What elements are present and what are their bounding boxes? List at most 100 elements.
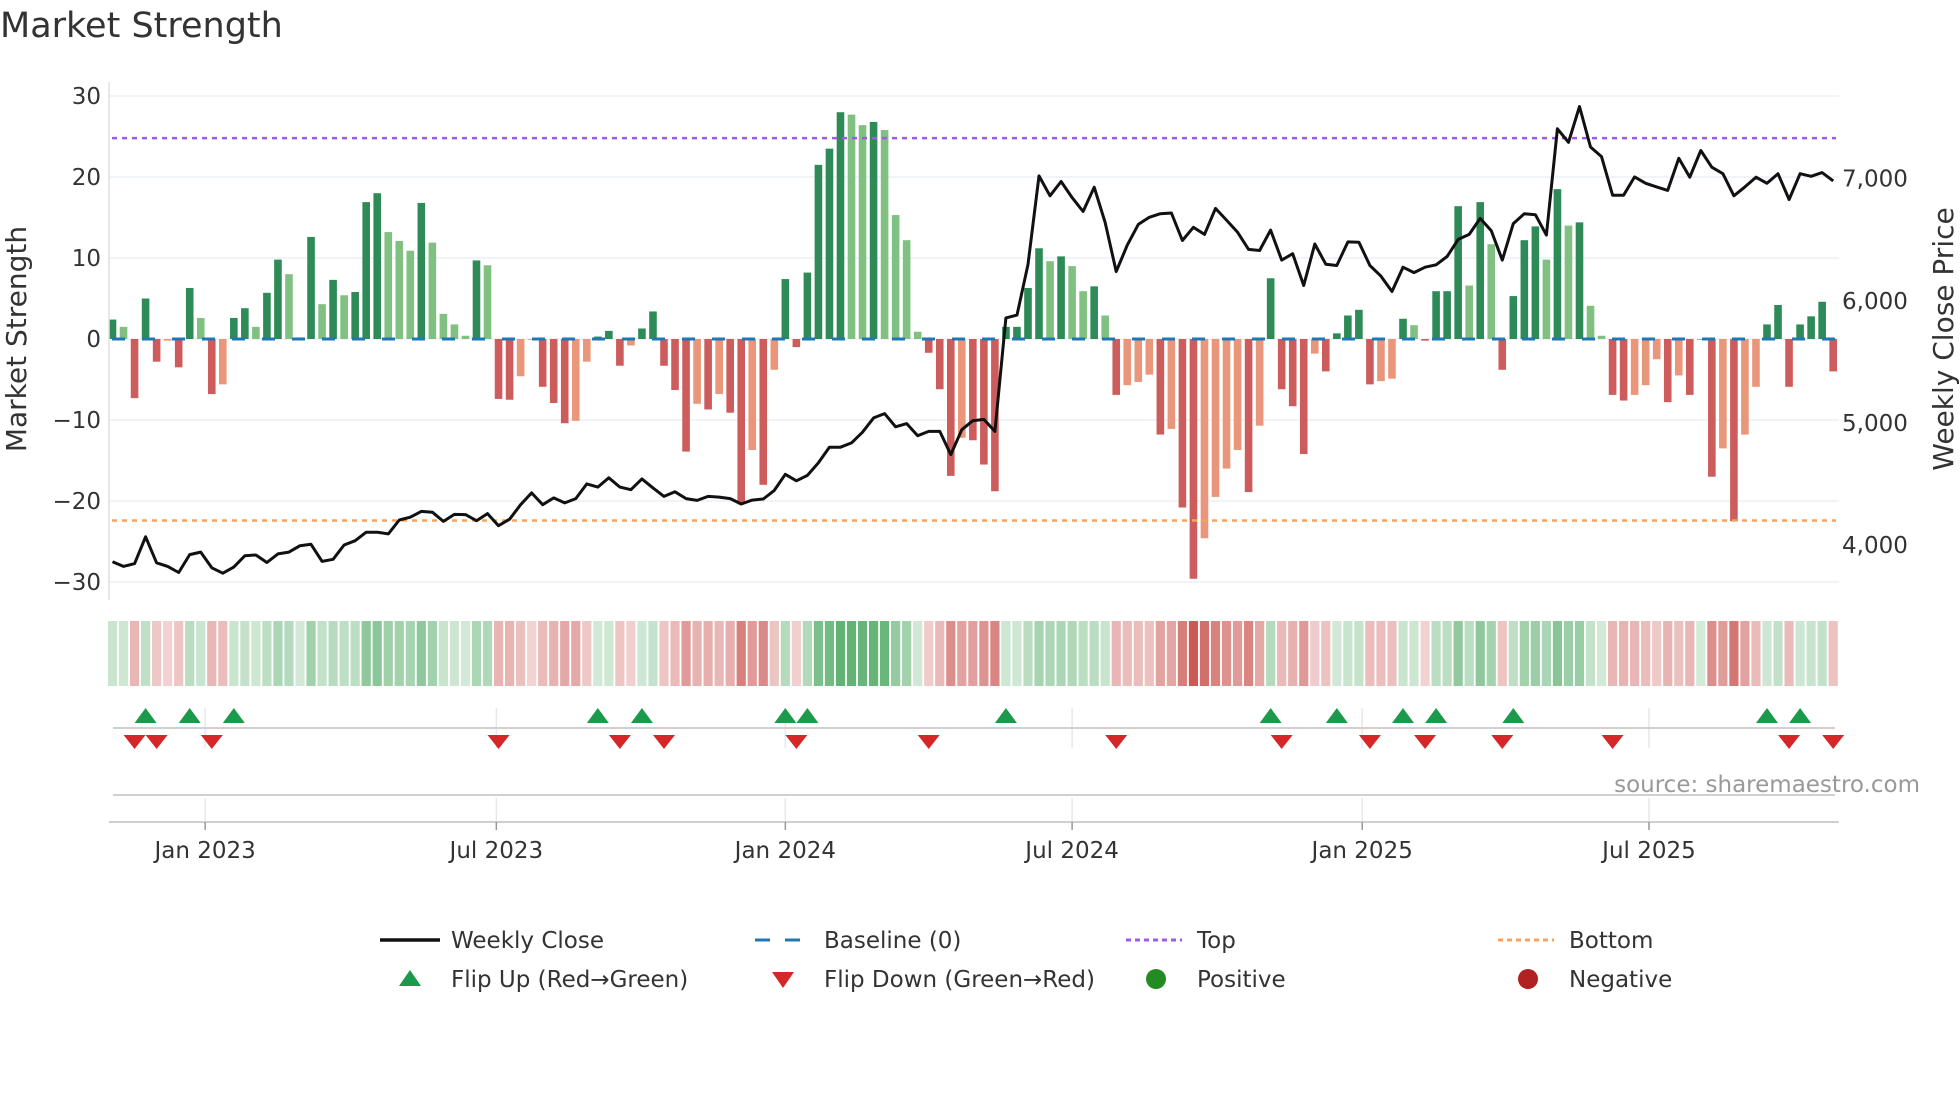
heat-cell bbox=[1828, 621, 1838, 686]
heat-cell bbox=[780, 621, 790, 686]
heat-cell bbox=[306, 621, 316, 686]
strength-bar bbox=[1763, 324, 1771, 339]
legend: Weekly Close Baseline (0) Top Bottom Flip Up… bbox=[380, 928, 1672, 993]
strength-bar bbox=[1553, 189, 1562, 339]
heat-cell bbox=[670, 621, 680, 686]
heat-cell bbox=[824, 621, 835, 686]
flip-up-marker bbox=[1789, 708, 1812, 723]
strength-bar bbox=[1178, 339, 1187, 508]
strength-bar bbox=[362, 202, 370, 339]
strength-bar bbox=[1619, 339, 1628, 401]
heat-cell bbox=[1188, 621, 1199, 686]
heat-cell bbox=[1034, 621, 1044, 686]
strength-bar bbox=[748, 339, 757, 450]
strength-bar bbox=[693, 339, 701, 404]
strength-bar bbox=[726, 339, 734, 413]
strength-bar bbox=[1454, 206, 1462, 339]
legend-label: Positive bbox=[1197, 967, 1286, 993]
strength-bar bbox=[1366, 339, 1374, 385]
heat-cell bbox=[1144, 621, 1154, 686]
heat-cell bbox=[229, 621, 239, 686]
flip-down-marker bbox=[785, 735, 808, 749]
strength-bar bbox=[1542, 259, 1551, 339]
heat-cell bbox=[1045, 621, 1055, 686]
heat-cell bbox=[846, 621, 857, 686]
strength-bar bbox=[395, 240, 404, 339]
heat-cell bbox=[493, 621, 504, 686]
legend-item: Flip Up (Red→Green) bbox=[399, 967, 688, 993]
strength-bar bbox=[847, 114, 856, 339]
heat-cell bbox=[924, 621, 934, 686]
strength-bar bbox=[1112, 339, 1121, 395]
strength-bar bbox=[660, 339, 668, 366]
heat-cell bbox=[1630, 621, 1640, 686]
flip-up-marker bbox=[994, 708, 1017, 723]
heat-cell bbox=[361, 621, 371, 686]
heat-cell bbox=[935, 621, 945, 686]
strength-bar bbox=[351, 292, 359, 339]
heat-cell bbox=[262, 621, 272, 686]
flip-up-marker bbox=[1392, 708, 1415, 723]
flip-up-marker bbox=[796, 708, 819, 723]
strength-bar bbox=[1774, 304, 1782, 339]
strength-bar bbox=[891, 215, 900, 339]
x-tick-label: Jul 2025 bbox=[1600, 838, 1696, 864]
heat-cell bbox=[637, 621, 647, 686]
flip-down-marker bbox=[917, 735, 940, 749]
strength-bar bbox=[781, 279, 790, 339]
strength-bar bbox=[737, 339, 746, 504]
heat-cell bbox=[1552, 621, 1563, 686]
legend-item: Flip Down (Green→Red) bbox=[772, 967, 1095, 993]
heat-cell bbox=[1266, 621, 1276, 686]
strength-bar bbox=[814, 164, 823, 339]
x-tick-label: Jan 2023 bbox=[152, 838, 255, 864]
strength-bar bbox=[1421, 339, 1429, 341]
heat-cell bbox=[1718, 621, 1728, 686]
strength-bar bbox=[549, 339, 558, 403]
strength-bar bbox=[340, 295, 348, 339]
flip-up-marker bbox=[774, 708, 797, 723]
left-tick-label: −20 bbox=[52, 489, 101, 515]
heat-cell bbox=[427, 621, 437, 686]
strength-bar bbox=[1388, 339, 1396, 379]
flip-up-marker bbox=[1756, 708, 1778, 723]
heat-cell bbox=[1243, 621, 1254, 686]
heat-cell bbox=[957, 621, 967, 686]
heat-cell bbox=[1078, 621, 1088, 686]
heat-cell bbox=[185, 621, 195, 686]
strength-bar bbox=[1090, 286, 1098, 339]
strength-bar bbox=[174, 339, 183, 368]
strength-bar bbox=[825, 148, 834, 339]
strength-bar bbox=[274, 259, 282, 339]
strength-bar bbox=[958, 339, 966, 438]
flip-up-marker bbox=[178, 708, 201, 723]
flip-down-marker bbox=[653, 735, 675, 749]
heat-cell bbox=[1486, 621, 1496, 686]
strength-bar bbox=[913, 331, 922, 339]
strength-bar bbox=[1608, 339, 1617, 395]
heat-cell bbox=[1232, 621, 1243, 686]
heat-cell bbox=[1563, 621, 1574, 686]
x-tick-label: Jan 2025 bbox=[1310, 838, 1413, 864]
strength-bar bbox=[924, 339, 933, 353]
heat-cell bbox=[868, 621, 879, 686]
strength-bar bbox=[605, 330, 613, 339]
axes: 30 20 10 0 −10 −20 −30 7,000 6,000 5,000 4,000 Jan … bbox=[0, 82, 1960, 864]
strength-bar bbox=[1796, 324, 1804, 339]
source-label: source: sharemaestro.com bbox=[1614, 772, 1920, 798]
heat-cell bbox=[174, 621, 184, 686]
strength-bar bbox=[417, 202, 426, 339]
strength-bar bbox=[538, 339, 547, 387]
flip-down-marker bbox=[1105, 735, 1128, 749]
strength-bar bbox=[130, 339, 139, 399]
flip-up-marker bbox=[1259, 708, 1282, 723]
heat-cell bbox=[1023, 621, 1033, 686]
heat-cell bbox=[240, 621, 250, 686]
heat-cell bbox=[813, 621, 824, 686]
strength-bar bbox=[461, 335, 470, 339]
heat-cell bbox=[1122, 621, 1132, 686]
flip-up-marker bbox=[630, 708, 653, 723]
heat-cell bbox=[527, 621, 537, 686]
strength-bar bbox=[1024, 287, 1032, 339]
heat-cell bbox=[1354, 621, 1364, 686]
